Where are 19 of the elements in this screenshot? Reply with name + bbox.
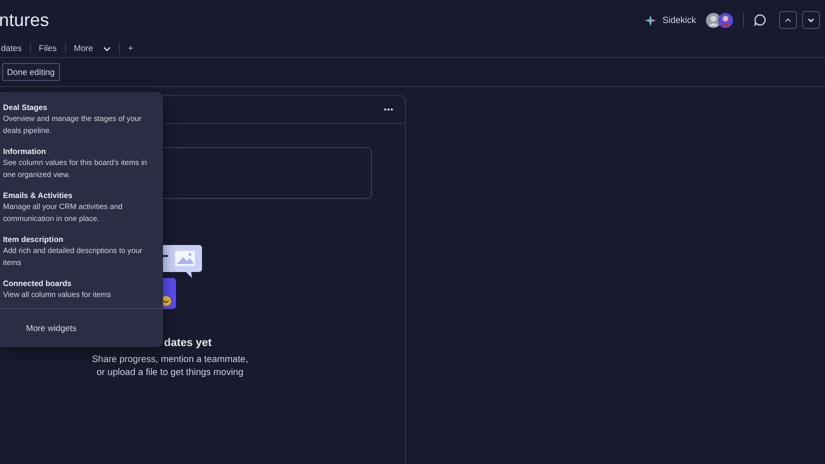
done-editing-button[interactable]: Done editing <box>2 63 60 81</box>
sidekick-label[interactable]: Sidekick <box>662 15 696 25</box>
sparkle-icon <box>645 14 656 26</box>
more-options-icon[interactable] <box>384 108 393 111</box>
chevron-down-icon <box>807 16 815 24</box>
tab[interactable]: Files <box>30 43 65 54</box>
chevron-up-icon <box>784 16 792 24</box>
add-tab-button[interactable]: + <box>119 43 142 54</box>
chat-icon[interactable] <box>754 14 766 26</box>
up-button[interactable] <box>779 11 797 29</box>
empty-state-message: Share progress, mention a teammate, or upload a file to get things moving <box>90 353 250 379</box>
chevron-down-icon <box>103 46 112 52</box>
down-button[interactable] <box>802 11 820 29</box>
more-widgets-button[interactable]: More widgets <box>26 323 77 333</box>
tab[interactable]: dates <box>1 43 30 54</box>
empty-state-title: dates yet <box>164 337 212 349</box>
board-title: ntures <box>0 10 50 31</box>
avatar-icon[interactable] <box>718 12 733 28</box>
more-tab[interactable]: More <box>64 43 120 54</box>
